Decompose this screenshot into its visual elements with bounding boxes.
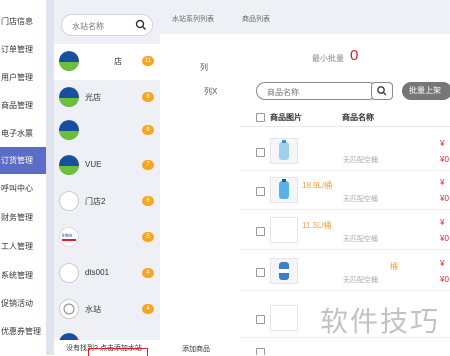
- goods-price-alt: ¥0: [440, 234, 449, 243]
- station-badge: 8: [142, 125, 154, 135]
- sidebar-scroll-track[interactable]: [46, 0, 54, 355]
- goods-image: [270, 138, 298, 164]
- series-item[interactable]: 列: [200, 62, 208, 73]
- station-row[interactable]: 水站 4: [54, 292, 160, 328]
- nav-system-management[interactable]: 系统管理: [0, 262, 46, 289]
- station-row[interactable]: 门店2 6: [54, 184, 160, 220]
- goods-price-alt: ¥0: [440, 155, 449, 164]
- station-name: VUE: [85, 160, 102, 169]
- station-name: 光店: [85, 93, 101, 102]
- goods-name: 11.3L/桶: [302, 221, 332, 230]
- station-row[interactable]: 8: [54, 113, 160, 149]
- add-goods-button[interactable]: 添加商品: [182, 344, 210, 354]
- station-row[interactable]: VUE 7: [54, 148, 160, 184]
- goods-row[interactable]: 11.3L/桶 无匹配空桶 ¥ ¥0: [240, 212, 450, 250]
- nav-ordering-management[interactable]: 订货管理: [0, 147, 46, 174]
- sidebar-nav: 门店信息 订单管理 用户管理 商品管理 电子水票 订货管理 呼叫中心 财务管理 …: [0, 0, 46, 355]
- station-avatar: [59, 87, 79, 107]
- row-checkbox[interactable]: [256, 268, 265, 277]
- station-name: 门店2: [85, 197, 106, 206]
- search-icon[interactable]: [133, 17, 149, 33]
- station-name: 水站: [85, 305, 101, 314]
- goods-search-input[interactable]: [265, 85, 359, 99]
- nav-order-management[interactable]: 订单管理: [0, 36, 46, 63]
- nav-call-center[interactable]: 呼叫中心: [0, 175, 46, 202]
- row-checkbox[interactable]: [256, 348, 265, 355]
- goods-search-button[interactable]: [371, 82, 393, 100]
- goods-row[interactable]: 桶 无匹配空桶 ¥ ¥0: [240, 253, 450, 291]
- nav-water-tickets[interactable]: 电子水票: [0, 120, 46, 147]
- goods-price: ¥: [440, 218, 445, 227]
- watermark-text: 软件技巧: [320, 305, 441, 338]
- station-avatar: [59, 51, 79, 71]
- goods-image: [270, 177, 298, 203]
- col-goods-name: 商品名称: [342, 113, 374, 122]
- goods-name: 桶: [390, 262, 398, 271]
- nav-coupon-management[interactable]: 优惠券管理: [0, 318, 46, 345]
- nav-worker-management[interactable]: 工人管理: [0, 233, 46, 260]
- goods-price: ¥: [440, 139, 445, 148]
- station-row[interactable]: inkin 5: [54, 220, 160, 256]
- station-avatar: [59, 299, 79, 319]
- goods-empty-bucket: 无匹配空桶: [343, 277, 378, 284]
- goods-name: 18.9L/桶: [302, 181, 333, 190]
- station-avatar: [59, 263, 79, 283]
- station-search-box: [61, 14, 153, 36]
- station-list-panel: 店 11 光店 8 8 VUE 7 门店2 6 inkin 5: [54, 0, 160, 355]
- goods-table-header: 商品图片 商品名称: [240, 108, 450, 127]
- row-checkbox[interactable]: [256, 315, 265, 324]
- select-all-checkbox[interactable]: [256, 113, 265, 122]
- goods-price-alt: ¥0: [440, 194, 449, 203]
- station-badge: 5: [142, 232, 154, 242]
- row-checkbox[interactable]: [256, 148, 265, 157]
- series-panel: 水站系列列表 列 列X 添加商品: [160, 0, 240, 355]
- station-row[interactable]: dts001 4: [54, 256, 160, 292]
- svg-text:inkin: inkin: [62, 233, 73, 239]
- station-row[interactable]: 光店 8: [54, 80, 160, 116]
- station-avatar: [59, 120, 79, 140]
- nav-user-management[interactable]: 用户管理: [0, 64, 46, 91]
- station-badge: 11: [142, 56, 154, 66]
- goods-row[interactable]: 18.9L/桶 无匹配空桶 ¥ ¥0: [240, 172, 450, 210]
- nav-promotions[interactable]: 促销活动: [0, 290, 46, 317]
- station-search-input[interactable]: [70, 18, 132, 34]
- goods-empty-bucket: 无匹配空桶: [343, 157, 378, 164]
- goods-price-alt: ¥0: [440, 275, 449, 284]
- series-item[interactable]: 列X: [204, 86, 217, 97]
- tab-station-series[interactable]: 水站系列列表: [172, 14, 214, 24]
- row-checkbox[interactable]: [256, 187, 265, 196]
- goods-header: 商品列表: [240, 0, 450, 34]
- min-batch-value: 0: [350, 47, 359, 64]
- min-batch-label: 最小批量: [312, 54, 344, 63]
- station-badge: 4: [142, 304, 154, 314]
- station-name: 店: [114, 57, 122, 66]
- goods-image: [270, 217, 298, 243]
- goods-empty-bucket: 无匹配空桶: [343, 236, 378, 243]
- station-avatar: [59, 155, 79, 175]
- station-row[interactable]: 店 11: [54, 44, 160, 80]
- brand-logo-avatar: inkin: [59, 227, 79, 247]
- station-badge: 7: [142, 160, 154, 170]
- goods-price: ¥: [440, 178, 445, 187]
- station-badge: 4: [142, 268, 154, 278]
- nav-goods-management[interactable]: 商品管理: [0, 92, 46, 119]
- goods-row[interactable]: 无匹配空桶 ¥ ¥0: [240, 133, 450, 171]
- row-checkbox[interactable]: [256, 227, 265, 236]
- tab-goods-list[interactable]: 商品列表: [242, 14, 270, 24]
- goods-search-box: [256, 82, 378, 100]
- nav-finance-management[interactable]: 财务管理: [0, 204, 46, 231]
- col-goods-image: 商品图片: [270, 113, 302, 122]
- batch-list-button[interactable]: 批量上架: [402, 82, 450, 100]
- goods-image: [270, 305, 298, 331]
- station-badge: 8: [142, 92, 154, 102]
- series-header: 水站系列列表: [160, 0, 240, 34]
- search-icon: [377, 86, 387, 96]
- goods-price: ¥: [440, 259, 445, 268]
- goods-empty-bucket: 无匹配空桶: [343, 196, 378, 203]
- goods-image: [270, 258, 298, 284]
- station-avatar: [59, 191, 79, 211]
- nav-store-info[interactable]: 门店信息: [0, 8, 46, 35]
- station-name: dts001: [85, 268, 110, 277]
- station-badge: 6: [142, 196, 154, 206]
